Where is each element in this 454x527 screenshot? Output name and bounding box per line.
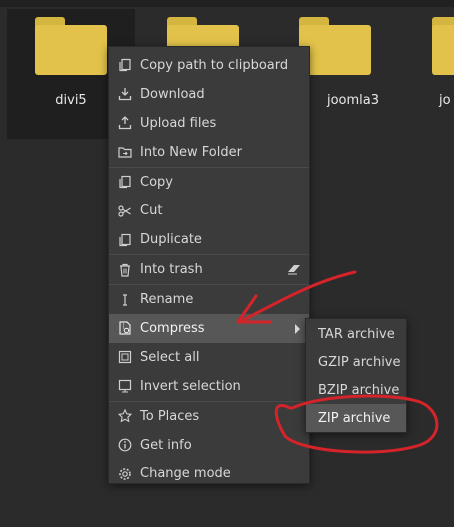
menu-item-invert-selection[interactable]: Invert selection (109, 372, 309, 401)
menu-item-cut[interactable]: Cut (109, 196, 309, 225)
file-tile[interactable]: jo (403, 9, 454, 139)
menu-item-label: To Places (140, 408, 200, 424)
menu-item-label: Rename (140, 292, 194, 308)
menu-item-label: Change mode (140, 466, 231, 482)
menu-item-label: Into trash (140, 262, 203, 278)
menu-item-compress[interactable]: Compress (109, 314, 309, 343)
upload-icon (118, 116, 132, 130)
duplicate-icon (118, 233, 132, 247)
menu-item-rename[interactable]: Rename (109, 285, 309, 314)
download-icon (118, 87, 132, 101)
menu-item-label: Download (140, 86, 205, 102)
menu-item-label: Duplicate (140, 232, 202, 248)
menu-item-copy[interactable]: Copy (109, 168, 309, 197)
menu-item-into-new-folder[interactable]: Into New Folder (109, 138, 309, 167)
folder-icon (35, 17, 107, 75)
menu-item-label: Compress (140, 320, 205, 336)
copy-icon (118, 175, 132, 189)
copy-path-icon (118, 58, 132, 72)
submenu-item-zip[interactable]: ZIP archive (306, 404, 406, 432)
menu-item-into-trash[interactable]: Into trash (109, 255, 309, 284)
eraser-icon (287, 263, 301, 275)
submenu-item-bzip[interactable]: BZIP archive (306, 376, 406, 404)
menu-item-copy-path[interactable]: Copy path to clipboard (109, 51, 309, 80)
menu-item-duplicate[interactable]: Duplicate (109, 225, 309, 254)
scissors-icon (118, 204, 132, 218)
menu-item-download[interactable]: Download (109, 80, 309, 109)
invert-selection-icon (118, 379, 132, 393)
menu-item-label: Copy path to clipboard (140, 57, 289, 73)
menu-item-label: Cut (140, 203, 163, 219)
star-icon (118, 409, 132, 423)
submenu-arrow-icon (295, 324, 300, 335)
menu-item-label: Select all (140, 349, 200, 365)
trash-icon (118, 263, 132, 277)
compress-submenu: TAR archive GZIP archive BZIP archive ZI… (305, 318, 407, 433)
menu-item-select-all[interactable]: Select all (109, 343, 309, 372)
top-bar (0, 0, 454, 7)
menu-item-label: Get info (140, 437, 192, 453)
new-folder-icon (118, 145, 132, 159)
menu-item-change-mode[interactable]: Change mode (109, 459, 309, 488)
menu-item-label: Into New Folder (140, 144, 242, 160)
menu-item-to-places[interactable]: To Places (109, 402, 309, 431)
file-label: jo (439, 93, 451, 108)
menu-item-label: Upload files (140, 115, 217, 131)
info-icon (118, 438, 132, 452)
menu-item-upload-files[interactable]: Upload files (109, 109, 309, 138)
menu-item-get-info[interactable]: Get info (109, 431, 309, 460)
compress-icon (118, 321, 132, 336)
gear-icon (118, 467, 132, 481)
text-cursor-icon (118, 293, 132, 307)
menu-item-label: Invert selection (140, 378, 241, 394)
submenu-item-tar[interactable]: TAR archive (306, 320, 406, 348)
context-menu: Copy path to clipboard Download Upload f… (108, 46, 310, 484)
folder-icon (432, 17, 454, 75)
select-all-icon (118, 350, 132, 364)
menu-item-label: Copy (140, 174, 173, 190)
submenu-item-gzip[interactable]: GZIP archive (306, 348, 406, 376)
